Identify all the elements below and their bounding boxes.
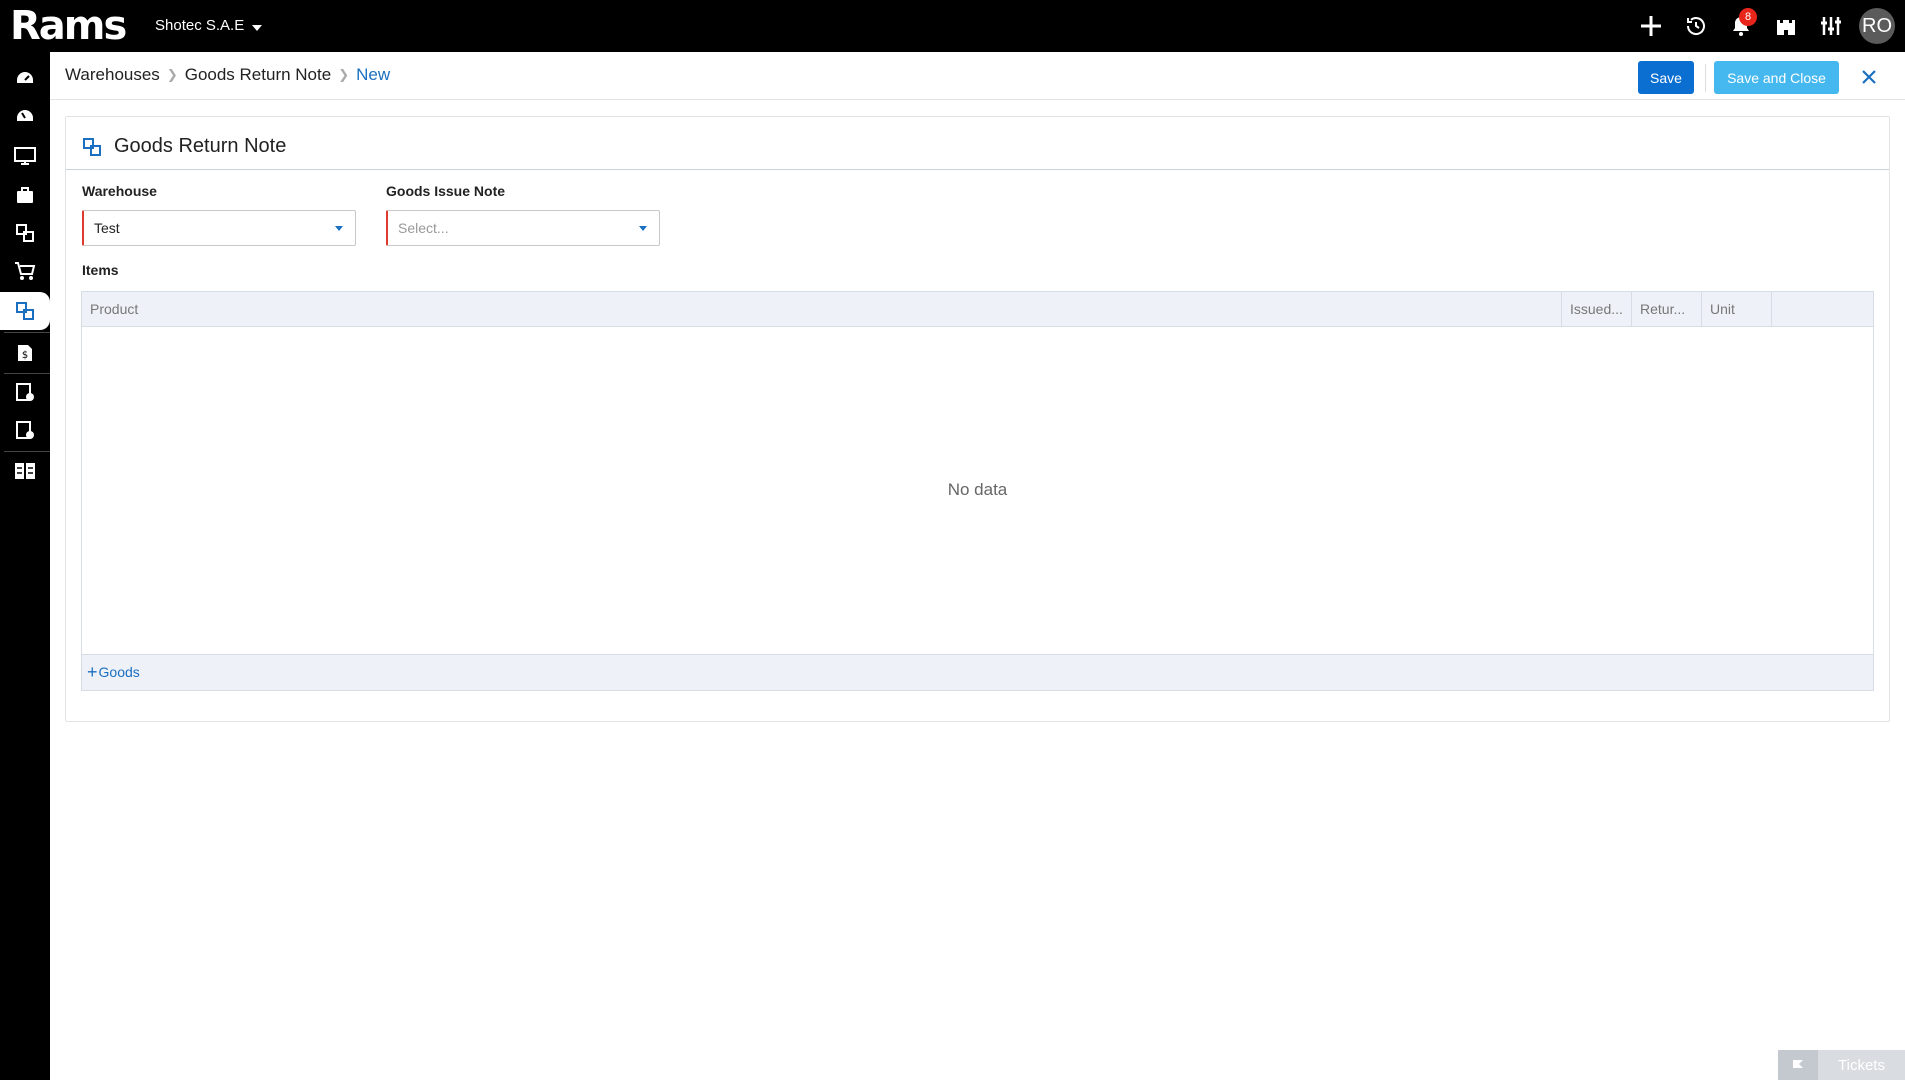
sidebar-item-jobs[interactable]: [0, 176, 50, 214]
notifications-button[interactable]: 8: [1718, 0, 1763, 52]
svg-text:$: $: [22, 350, 28, 361]
save-button[interactable]: Save: [1638, 61, 1694, 94]
sliders-icon: [1820, 17, 1841, 35]
page-title: Goods Return Note: [114, 135, 287, 157]
briefcase-icon: [17, 187, 33, 203]
goods-return-icon: [83, 137, 101, 156]
add-goods-label: Goods: [98, 664, 140, 680]
warehouse-label: Warehouse: [82, 183, 157, 199]
column-actions: [1772, 292, 1873, 327]
sidebar-item-approvals[interactable]: [0, 373, 50, 411]
items-grid: Product Issued... Retur... Unit No data …: [81, 291, 1874, 691]
warehouse-transfer-icon: [16, 302, 34, 320]
caret-down-icon: [252, 24, 263, 31]
sidebar-item-purchases[interactable]: [0, 252, 50, 290]
column-product[interactable]: Product: [82, 292, 1562, 327]
notification-badge: 8: [1739, 8, 1757, 26]
sidebar-divider: [4, 332, 50, 333]
breadcrumb-warehouses[interactable]: Warehouses: [65, 65, 160, 85]
sidebar-item-monitor[interactable]: [0, 137, 50, 175]
top-icons: 8 RO: [1628, 0, 1905, 52]
speedometer-icon: [17, 110, 33, 121]
column-returned[interactable]: Retur...: [1632, 292, 1702, 327]
inventory-icon: [16, 224, 34, 242]
title-divider: [66, 169, 1889, 170]
warehouse-button[interactable]: [1763, 0, 1808, 52]
form-title: Goods Return Note: [82, 135, 286, 158]
company-selector[interactable]: Shotec S.A.E: [155, 17, 263, 34]
cart-icon: [15, 262, 36, 280]
sidebar-item-speed[interactable]: [0, 98, 50, 136]
app-logo[interactable]: Rams: [10, 3, 127, 49]
warehouse-value: Test: [94, 220, 120, 236]
chevron-right-icon: ❯: [166, 67, 178, 82]
tickets-label: Tickets: [1838, 1056, 1885, 1074]
goods-issue-note-placeholder: Select...: [398, 220, 449, 236]
warehouse-icon: [1776, 20, 1795, 35]
plus-icon: +: [87, 662, 98, 682]
column-issued[interactable]: Issued...: [1562, 292, 1632, 327]
sidebar-item-reports[interactable]: [0, 411, 50, 449]
add-goods-button[interactable]: + Goods: [87, 663, 140, 681]
breadcrumb: Warehouses ❯ Goods Return Note ❯ New: [65, 65, 390, 85]
breadcrumb-new: New: [356, 65, 391, 84]
logo-text: Rams: [10, 3, 127, 49]
page-header: Warehouses ❯ Goods Return Note ❯ New Sav…: [50, 52, 1905, 100]
close-icon[interactable]: [1857, 65, 1881, 89]
money-doc-icon: $: [18, 345, 32, 361]
sidebar-item-finance[interactable]: $: [0, 334, 50, 372]
button-divider: [1705, 64, 1706, 92]
sidebar-item-modules[interactable]: [0, 452, 50, 490]
goods-issue-note-label: Goods Issue Note: [386, 183, 506, 199]
sidebar-item-warehouses[interactable]: [0, 292, 50, 330]
add-button[interactable]: [1628, 0, 1673, 52]
warehouse-select[interactable]: Test: [82, 210, 356, 246]
caret-down-icon: [639, 226, 647, 231]
grid-header: Product Issued... Retur... Unit: [82, 292, 1873, 327]
grid-doc-icon: [15, 463, 35, 479]
history-button[interactable]: [1673, 0, 1718, 52]
column-unit[interactable]: Unit: [1702, 292, 1772, 327]
form-panel: Goods Return Note Warehouse Test Goods I…: [65, 116, 1890, 722]
doc-check-icon: [16, 383, 34, 401]
doc-settings-icon: [16, 421, 34, 439]
tickets-button[interactable]: Tickets: [1778, 1050, 1905, 1080]
goods-issue-note-select[interactable]: Select...: [386, 210, 660, 246]
empty-state: No data: [947, 480, 1008, 499]
flag-icon: [1778, 1050, 1818, 1080]
caret-down-icon: [335, 226, 343, 231]
save-and-close-button[interactable]: Save and Close: [1714, 61, 1839, 94]
monitor-icon: [14, 147, 36, 165]
dashboard-icon: [17, 72, 33, 83]
settings-button[interactable]: [1808, 0, 1853, 52]
history-icon: [1686, 17, 1705, 35]
grid-footer: + Goods: [82, 654, 1873, 690]
avatar[interactable]: RO: [1859, 8, 1895, 44]
sidebar: $: [0, 52, 50, 1080]
top-bar: Rams Shotec S.A.E 8 RO: [0, 0, 1905, 52]
plus-icon: [1640, 16, 1661, 36]
chevron-right-icon: ❯: [338, 67, 350, 82]
company-name: Shotec S.A.E: [155, 17, 245, 34]
breadcrumb-goods-return-note[interactable]: Goods Return Note: [185, 65, 331, 85]
sidebar-item-inventory[interactable]: [0, 214, 50, 252]
items-label: Items: [82, 262, 119, 278]
sidebar-item-dashboard[interactable]: [0, 60, 50, 98]
